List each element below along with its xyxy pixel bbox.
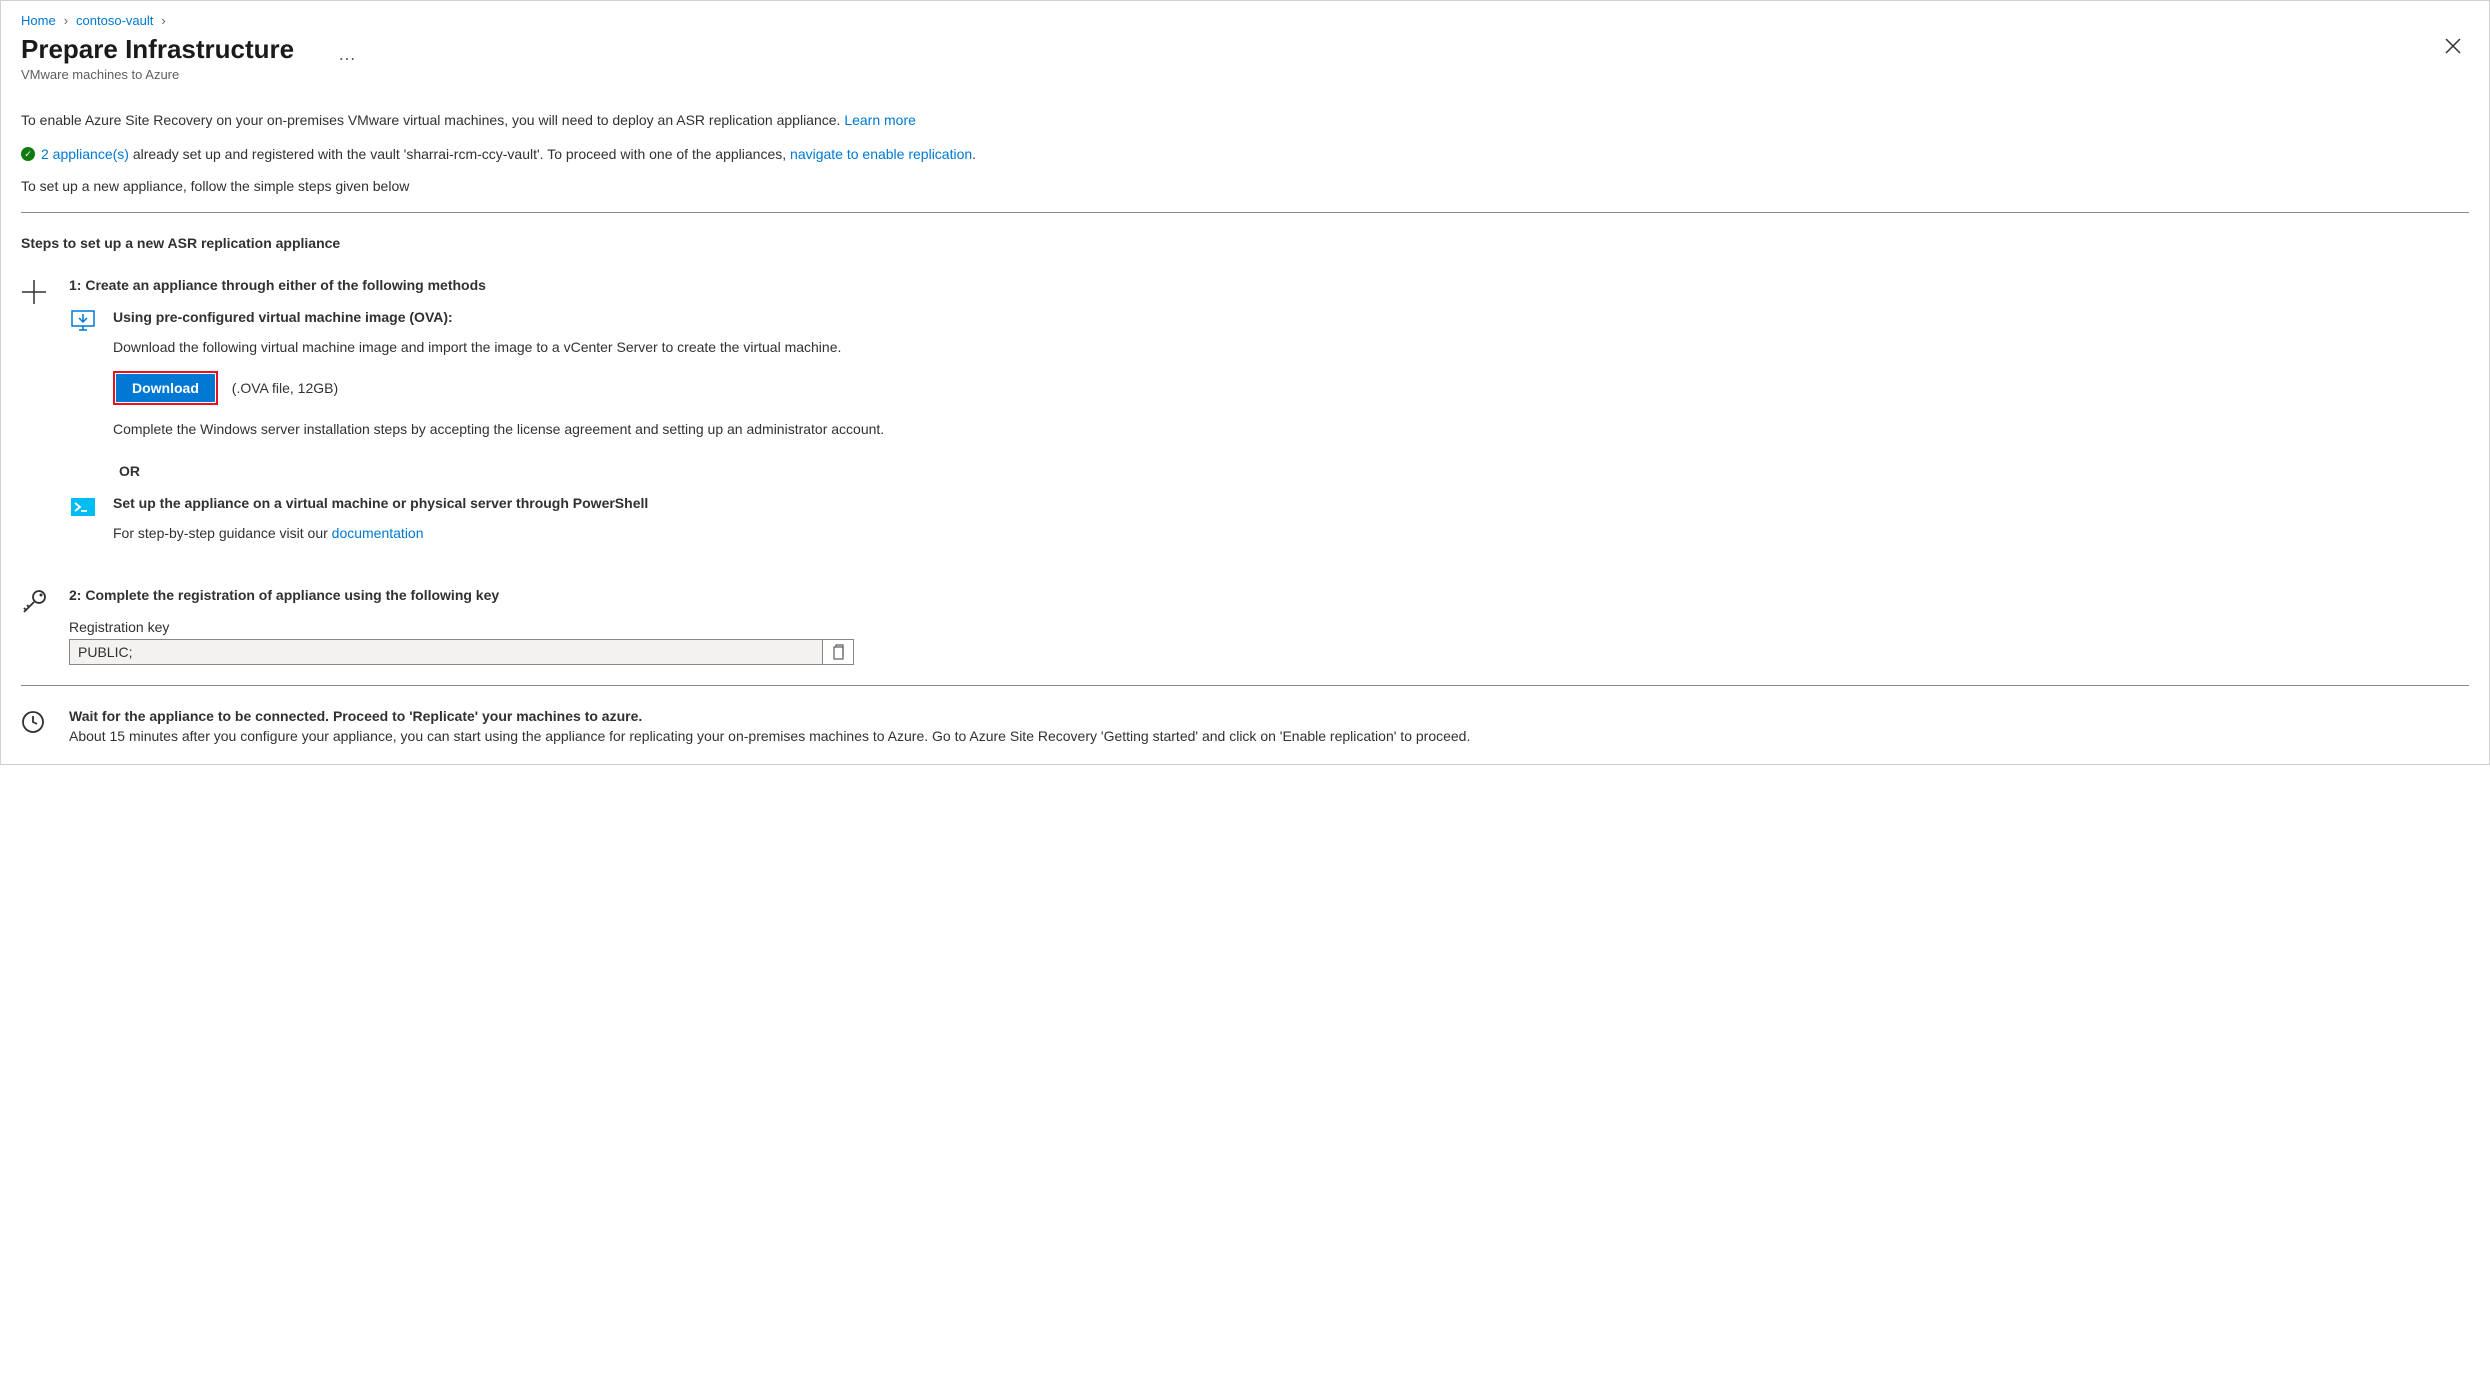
status-text-end: . — [972, 146, 976, 162]
page-title: Prepare Infrastructure — [21, 34, 294, 65]
appliance-count-link[interactable]: 2 appliance(s) — [41, 146, 129, 162]
more-actions-icon[interactable]: … — [338, 44, 356, 65]
chevron-right-icon: › — [161, 13, 165, 28]
intro-text: To enable Azure Site Recovery on your on… — [21, 112, 2469, 128]
wait-section: Wait for the appliance to be connected. … — [21, 708, 2469, 744]
method-ova-desc: Download the following virtual machine i… — [113, 339, 2469, 355]
download-button-highlight: Download — [113, 371, 218, 405]
learn-more-link[interactable]: Learn more — [844, 112, 916, 128]
success-check-icon — [21, 147, 35, 161]
key-icon — [21, 589, 49, 615]
enable-replication-link[interactable]: navigate to enable replication — [790, 146, 972, 162]
step-2: 2: Complete the registration of applianc… — [21, 587, 2469, 665]
divider — [21, 212, 2469, 213]
powershell-icon — [69, 495, 97, 519]
step-1: 1: Create an appliance through either of… — [21, 277, 2469, 567]
page-subtitle: VMware machines to Azure — [21, 67, 356, 82]
method-powershell: Set up the appliance on a virtual machin… — [69, 495, 2469, 557]
method-ova-heading: Using pre-configured virtual machine ima… — [113, 309, 2469, 325]
step-2-title: 2: Complete the registration of applianc… — [69, 587, 2469, 603]
monitor-download-icon — [69, 309, 97, 333]
download-file-hint: (.OVA file, 12GB) — [232, 380, 338, 396]
registration-key-box — [69, 639, 854, 665]
breadcrumb: Home › contoso-vault › — [21, 13, 2469, 28]
breadcrumb-vault[interactable]: contoso-vault — [76, 13, 153, 28]
wait-desc: About 15 minutes after you configure you… — [69, 728, 2469, 744]
chevron-right-icon: › — [64, 13, 68, 28]
registration-key-label: Registration key — [69, 619, 2469, 635]
step-1-title: 1: Create an appliance through either of… — [69, 277, 2469, 293]
steps-heading: Steps to set up a new ASR replication ap… — [21, 235, 2469, 251]
plus-icon — [21, 279, 49, 305]
registration-key-input[interactable] — [70, 640, 822, 664]
method-ps-heading: Set up the appliance on a virtual machin… — [113, 495, 2469, 511]
intro-section: To enable Azure Site Recovery on your on… — [21, 112, 2469, 194]
copy-button[interactable] — [822, 640, 853, 664]
page-header: Prepare Infrastructure … VMware machines… — [21, 34, 2469, 82]
close-icon[interactable] — [2437, 34, 2469, 58]
status-text-mid: already set up and registered with the v… — [129, 146, 790, 162]
divider — [21, 685, 2469, 686]
method-ps-desc: For step-by-step guidance visit our docu… — [113, 525, 2469, 541]
download-button[interactable]: Download — [116, 374, 215, 402]
copy-icon — [831, 644, 845, 660]
wait-heading: Wait for the appliance to be connected. … — [69, 708, 2469, 724]
method-ova-post: Complete the Windows server installation… — [113, 421, 2469, 437]
clock-icon — [21, 710, 49, 734]
status-line: 2 appliance(s) already set up and regist… — [21, 146, 2469, 162]
method-ova: Using pre-configured virtual machine ima… — [69, 309, 2469, 453]
or-label: OR — [119, 463, 2469, 479]
breadcrumb-home[interactable]: Home — [21, 13, 56, 28]
documentation-link[interactable]: documentation — [332, 525, 424, 541]
setup-instruction: To set up a new appliance, follow the si… — [21, 178, 2469, 194]
